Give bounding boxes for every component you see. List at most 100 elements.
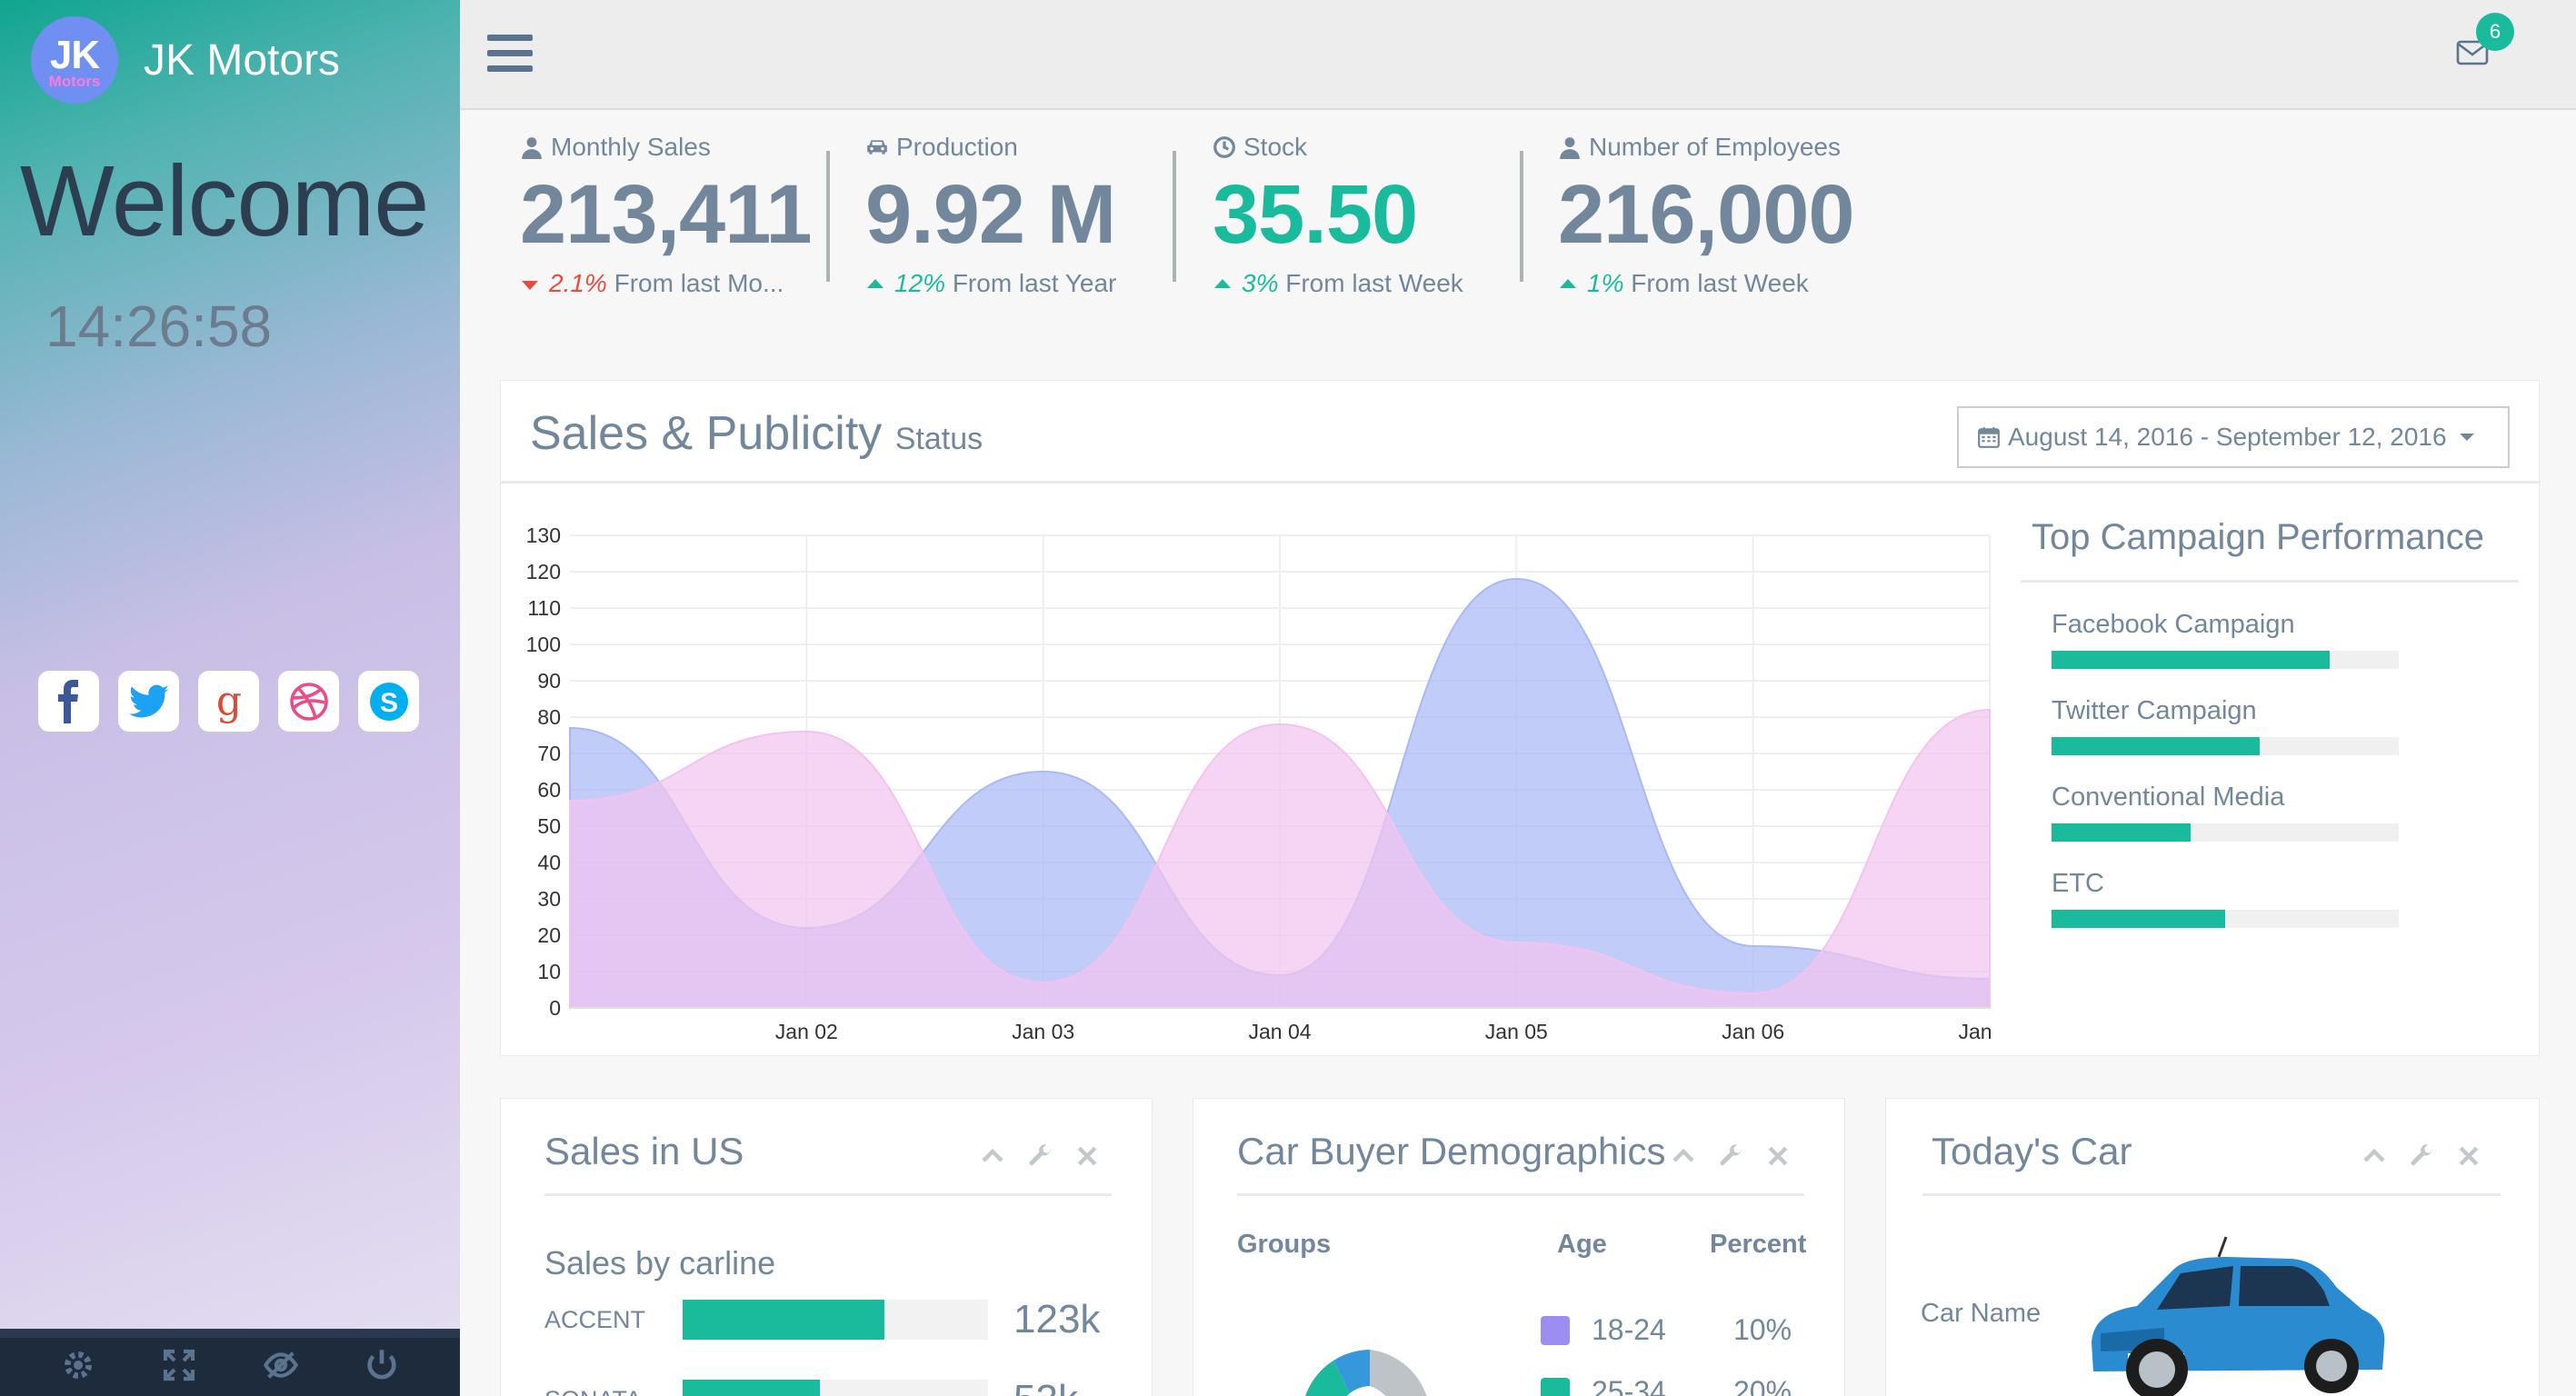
- stat-value: 35.50: [1213, 168, 1418, 261]
- wrench-icon[interactable]: [1026, 1142, 1053, 1170]
- gear-icon[interactable]: [60, 1347, 96, 1388]
- car-image: [2092, 1236, 2385, 1396]
- stat-suffix: From last Year: [952, 269, 1117, 297]
- skype-icon[interactable]: S: [358, 671, 419, 732]
- x-tick-label: Jan 05: [1485, 1020, 1548, 1043]
- top-campaign-performance: Top Campaign Performance Facebook Campai…: [2021, 517, 2519, 928]
- power-icon[interactable]: [364, 1347, 400, 1388]
- carline-name: SONATA: [544, 1386, 683, 1396]
- clock-icon: [1213, 136, 1235, 158]
- car-icon: [867, 140, 887, 155]
- carline-row: SONATA 53k: [544, 1377, 1078, 1396]
- close-icon[interactable]: [2455, 1142, 2482, 1170]
- sidebar-footer: [0, 1329, 460, 1396]
- y-tick-label: 120: [526, 560, 561, 583]
- panel-divider: [1922, 1193, 2501, 1196]
- stat-employees: Number of Employees 216,000 1% From last…: [1558, 133, 1855, 298]
- age-percent: 20%: [1733, 1375, 1792, 1396]
- stat-suffix: From last Week: [1285, 269, 1463, 297]
- panel-subtitle: Status: [894, 422, 983, 456]
- column-header-percent: Percent: [1710, 1230, 1807, 1259]
- y-tick-label: 130: [526, 524, 561, 547]
- y-tick-label: 60: [537, 778, 561, 802]
- panel-title: Sales & Publicity: [530, 407, 883, 460]
- campaign-progress-fill: [2052, 910, 2225, 928]
- stat-change: 3%: [1242, 269, 1279, 297]
- stat-monthly-sales: Monthly Sales 213,411 2.1% From last Mo.…: [520, 133, 812, 298]
- column-header-age: Age: [1557, 1230, 1607, 1259]
- x-tick-label: Jan 04: [1248, 1020, 1311, 1043]
- close-icon[interactable]: [1764, 1142, 1792, 1170]
- welcome-heading: Welcome: [20, 145, 429, 257]
- campaign-item: ETC: [2052, 869, 2519, 928]
- panel-title: Sales in US: [544, 1130, 744, 1172]
- facebook-icon[interactable]: [38, 671, 99, 732]
- campaign-progress-fill: [2052, 651, 2330, 669]
- close-icon[interactable]: [1073, 1142, 1101, 1170]
- menu-toggle-icon[interactable]: [487, 35, 533, 73]
- wrench-icon[interactable]: [1717, 1142, 1744, 1170]
- section-heading: Sales by carline: [544, 1244, 776, 1281]
- logo-subtext: Motors: [48, 72, 101, 90]
- trend-down-icon: [522, 280, 538, 290]
- stat-change: 12%: [894, 269, 946, 297]
- campaign-progress-fill: [2052, 823, 2191, 842]
- car-name-label: Car Name: [1921, 1299, 2042, 1328]
- social-links: g S: [38, 671, 419, 732]
- panel-tools: [979, 1142, 1101, 1170]
- campaign-progress-bar: [2052, 910, 2399, 928]
- eye-slash-icon[interactable]: [263, 1347, 299, 1388]
- todays-car-panel: Today's Car Car Name: [1885, 1098, 2540, 1396]
- panel-divider: [544, 1193, 1112, 1196]
- age-group: 25-34: [1592, 1375, 1666, 1396]
- google-plus-icon[interactable]: g: [198, 671, 259, 732]
- y-tick-label: 0: [549, 996, 561, 1020]
- age-percent: 10%: [1733, 1313, 1792, 1346]
- y-tick-label: 50: [537, 814, 561, 838]
- stat-label: Number of Employees: [1589, 133, 1842, 161]
- campaign-progress-bar: [2052, 823, 2399, 842]
- stat-suffix: From last Mo...: [614, 269, 784, 297]
- sidebar: JK Motors JK Motors Welcome 14:26:58 g S: [0, 0, 460, 1396]
- stat-production: Production 9.92 M 12% From last Year: [865, 133, 1116, 298]
- dribbble-icon[interactable]: [278, 671, 339, 732]
- campaign-item: Conventional Media: [2052, 783, 2519, 842]
- y-tick-label: 90: [537, 669, 561, 693]
- x-tick-label: Jan 07: [1958, 1020, 1992, 1043]
- brand[interactable]: JK Motors JK Motors: [31, 16, 340, 104]
- collapse-icon[interactable]: [2361, 1142, 2388, 1170]
- wrench-icon[interactable]: [2408, 1142, 2435, 1170]
- carline-value: 123k: [1013, 1297, 1101, 1341]
- date-range-picker[interactable]: August 14, 2016 - September 12, 2016: [1957, 406, 2510, 468]
- stat-value: 216,000: [1558, 168, 1855, 261]
- car-buyer-demographics-panel: Car Buyer Demographics Groups Age Percen…: [1193, 1098, 1845, 1396]
- panel-tools: [2361, 1142, 2482, 1170]
- panel-divider: [1237, 1193, 1804, 1196]
- panel-tools: [1670, 1142, 1792, 1170]
- y-tick-label: 30: [537, 887, 561, 911]
- title-divider: [501, 481, 2541, 484]
- campaign-item: Twitter Campaign: [2052, 696, 2519, 755]
- trend-up-icon: [1214, 278, 1231, 288]
- y-tick-label: 100: [526, 633, 561, 656]
- y-tick-label: 80: [537, 705, 561, 729]
- stat-label: Monthly Sales: [551, 133, 711, 161]
- stat-label: Production: [896, 133, 1018, 161]
- carline-name: ACCENT: [544, 1305, 646, 1333]
- date-range-value: August 14, 2016 - September 12, 2016: [2008, 423, 2447, 451]
- panel-title: Car Buyer Demographics: [1237, 1130, 1666, 1172]
- fullscreen-icon[interactable]: [161, 1347, 197, 1388]
- brand-logo: JK Motors: [31, 16, 118, 104]
- x-tick-label: Jan 03: [1012, 1020, 1074, 1043]
- user-icon: [522, 137, 542, 159]
- topbar: 6: [460, 0, 2576, 110]
- divider: [1520, 151, 1523, 282]
- legend-swatch: [1541, 1377, 1570, 1396]
- stat-change: 2.1%: [549, 269, 607, 297]
- collapse-icon[interactable]: [1670, 1142, 1697, 1170]
- sales-in-us-panel: Sales in US Sales by carline ACCENT 123k…: [500, 1098, 1153, 1396]
- collapse-icon[interactable]: [979, 1142, 1006, 1170]
- twitter-icon[interactable]: [118, 671, 179, 732]
- age-group: 18-24: [1592, 1313, 1666, 1346]
- y-tick-label: 110: [527, 596, 561, 620]
